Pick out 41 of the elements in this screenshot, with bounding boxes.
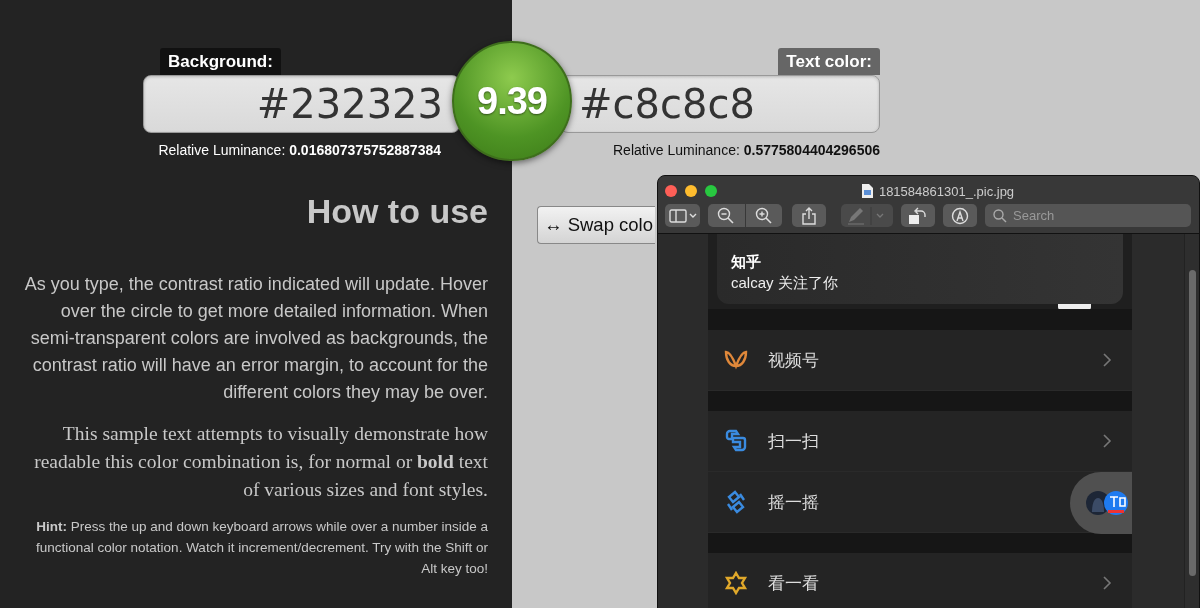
sidebar-icon (668, 208, 697, 223)
section-heading: How to use (305, 192, 488, 231)
close-icon[interactable] (665, 185, 677, 197)
menu-label: 摇一摇 (768, 491, 819, 514)
menu-row[interactable]: 视频号 (708, 330, 1132, 391)
zoom-out-icon (717, 206, 736, 225)
instructions-paragraph: As you type, the contrast ratio indicated will update. Hover over the circle to get more detailed information. When semi-transparent colors are involved as backgrounds, the contrast ratio will have an error margin, to account for the different colors they may be over. (23, 273, 488, 404)
zoom-in-button[interactable] (745, 204, 782, 227)
rotate-button[interactable] (901, 204, 935, 227)
field-label: Text color: (778, 48, 880, 75)
menu-row[interactable]: 摇一摇 (708, 472, 1132, 533)
share-button[interactable] (791, 204, 827, 227)
annotate-icon (950, 206, 969, 225)
floating-bubble[interactable] (1070, 472, 1132, 534)
menu-label: 看一看 (768, 572, 819, 595)
sidebar-button[interactable] (665, 204, 701, 227)
menu-label: 扫一扫 (768, 430, 819, 453)
rotate-icon (907, 206, 928, 225)
search-field[interactable]: Search (985, 204, 1191, 227)
window-title: 181584861301_.pic.jpg (878, 183, 1015, 199)
annotate-button[interactable] (942, 204, 977, 227)
hint-text: Hint: Press the up and down keyboard arrows while over a number inside a functional color notation. Watch it increment/decrement. Try with the Shift or Alt key too! (35, 518, 488, 578)
menu-row[interactable]: 扫一扫 (708, 411, 1132, 472)
menu-row[interactable]: 看一看 (708, 553, 1132, 608)
zoom-in-icon (754, 206, 773, 225)
share-icon (802, 206, 817, 225)
document-icon (861, 184, 873, 198)
scrollbar-thumb[interactable] (1189, 270, 1196, 576)
input-field[interactable]: #232323 (143, 75, 460, 133)
zoom-icon[interactable] (705, 185, 717, 197)
luminance-text: Relative Luminance: 0.5775804404296506 (613, 142, 880, 158)
menu-label: 视频号 (768, 349, 819, 372)
field-label: Background: (160, 48, 281, 75)
minimize-icon[interactable] (685, 185, 697, 197)
search-icon (993, 209, 1007, 223)
sample-paragraph: This sample text attempts to visually demonstrate how readable this color combination is, for normal or bold text of various sizes and font styles. (33, 422, 488, 502)
luminance-text: Relative Luminance: 0.016807375752887384 (158, 142, 441, 158)
notification-message: calcay 关注了你 (731, 273, 838, 293)
zoom-out-button[interactable] (708, 204, 745, 227)
notification-title: 知乎 (731, 252, 761, 272)
swap-button[interactable]: ↔ Swap colo (537, 206, 655, 244)
